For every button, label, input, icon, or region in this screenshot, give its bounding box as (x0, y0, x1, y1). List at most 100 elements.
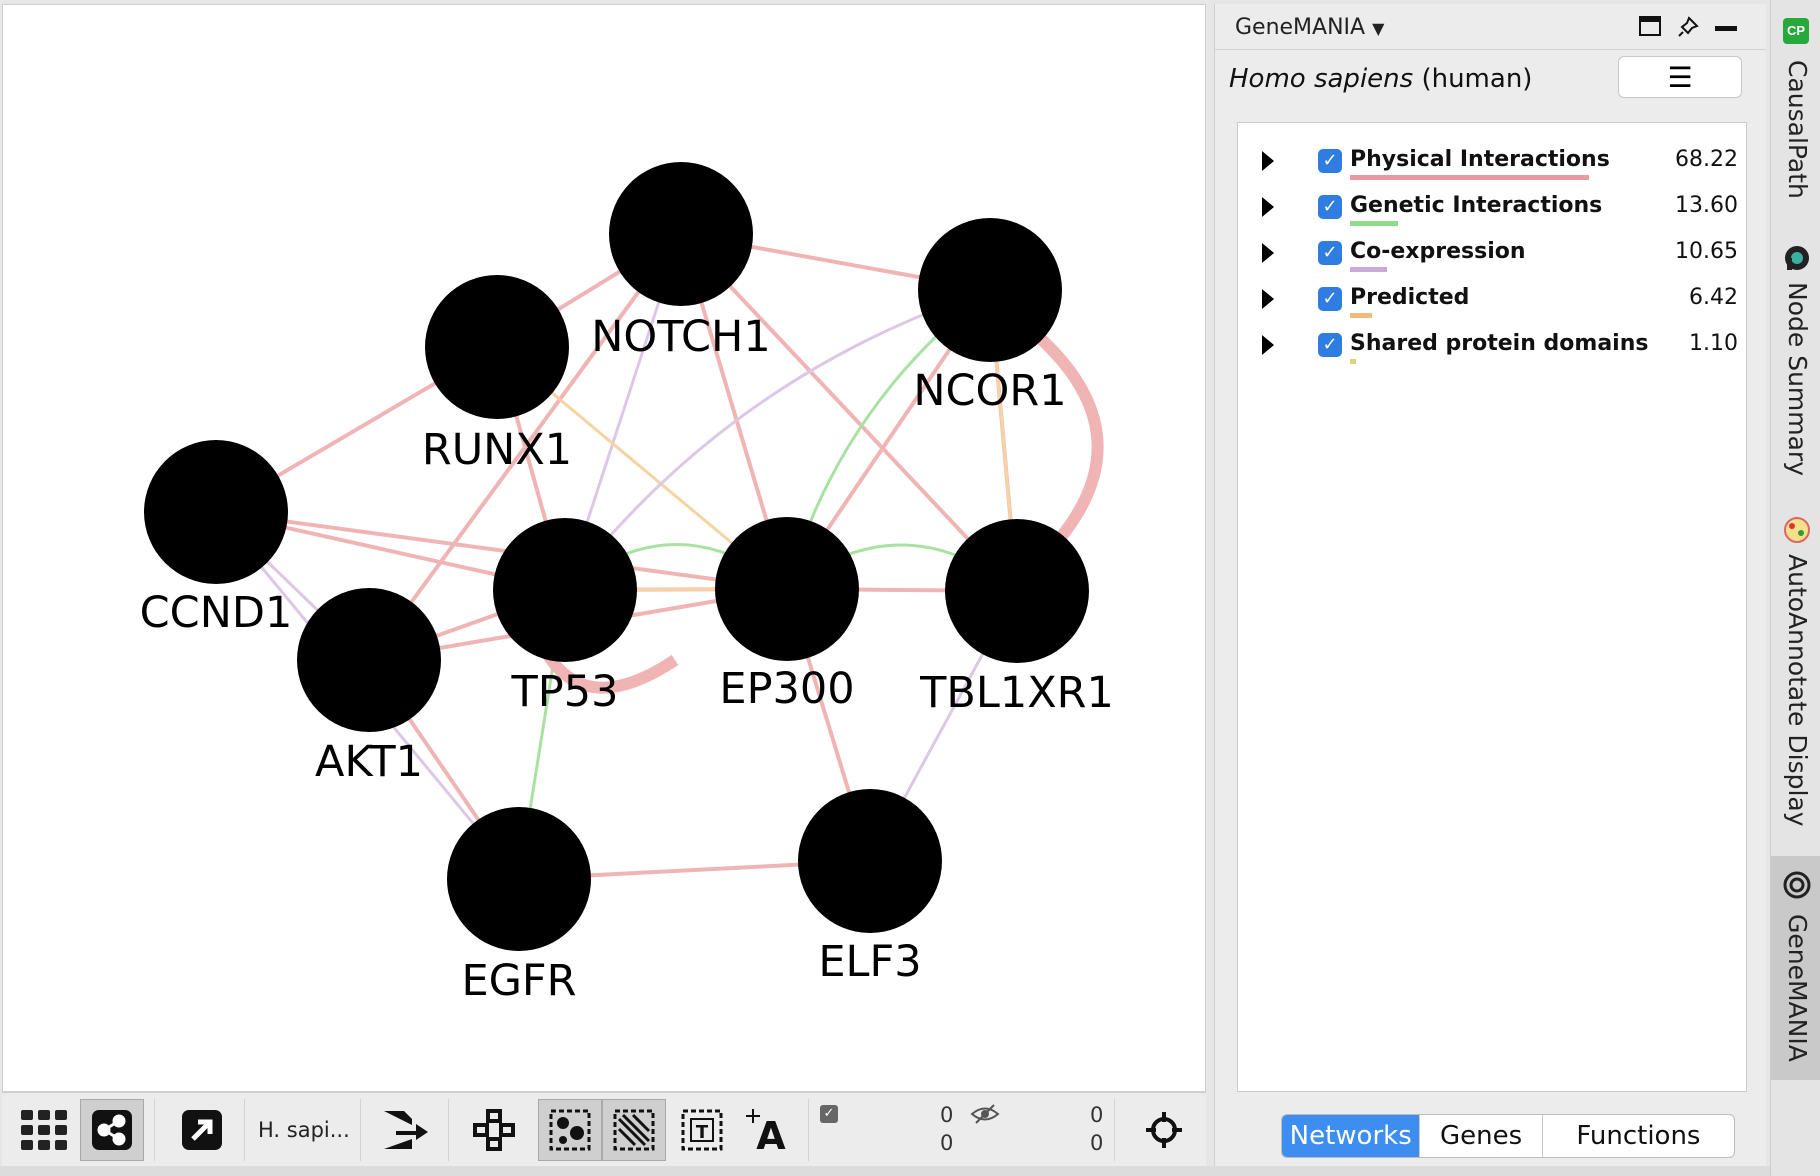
node-circle[interactable] (297, 588, 441, 732)
minimize-icon[interactable] (1715, 24, 1737, 32)
network-label: Shared protein domains (1350, 331, 1649, 356)
side-tab-autoannotate[interactable]: AutoAnnotate Display (1771, 510, 1820, 840)
node-egfr[interactable]: EGFR (447, 807, 591, 1006)
node-tbl1xr1[interactable]: TBL1XR1 (919, 519, 1114, 718)
node-runx1[interactable]: RUNX1 (422, 275, 572, 475)
network-checkbox[interactable]: ✓ (1318, 333, 1342, 357)
expand-triangle-icon[interactable] (1262, 243, 1274, 263)
export-button[interactable] (374, 1099, 438, 1161)
tab-networks[interactable]: Networks (1282, 1115, 1421, 1157)
organism-label: Homo sapiens (human) (1229, 64, 1532, 94)
node-circle[interactable] (493, 518, 637, 662)
selected-nodes-count: 0 (940, 1103, 954, 1127)
node-akt1[interactable]: AKT1 (297, 588, 441, 787)
annotation-text-button[interactable]: A (736, 1099, 800, 1161)
node-circle[interactable] (609, 162, 753, 306)
node-label: TBL1XR1 (919, 668, 1114, 718)
node-ep300[interactable]: EP300 (715, 517, 859, 714)
organism-common: (human) (1413, 64, 1533, 94)
select-edges-icon (613, 1109, 655, 1151)
tab-genes[interactable]: Genes (1420, 1115, 1543, 1157)
node-tp53[interactable]: TP53 (493, 518, 637, 717)
node-elf3[interactable]: ELF3 (798, 789, 942, 987)
expand-triangle-icon[interactable] (1262, 197, 1274, 217)
network-label: Predicted (1350, 285, 1470, 310)
node-circle[interactable] (425, 275, 569, 419)
node-circle[interactable] (715, 517, 859, 661)
node-circle[interactable] (918, 218, 1062, 362)
node-label: RUNX1 (422, 425, 572, 475)
hamburger-icon: ☰ (1667, 61, 1693, 93)
hidden-nodes-count: 0 (1090, 1103, 1104, 1127)
panel-title-dropdown[interactable]: GeneMANIA ▼ (1235, 15, 1384, 40)
hidden-edges-count: 0 (1090, 1131, 1104, 1155)
side-tab-node-summary[interactable]: Node Summary (1771, 238, 1820, 478)
network-row[interactable]: ✓ Co-expression 10.65 (1238, 235, 1746, 275)
side-tab-causalpath[interactable]: CP CausalPath (1771, 10, 1820, 210)
node-circle[interactable] (144, 440, 288, 584)
network-view[interactable]: NOTCH1 NCOR1 RUNX1 CCND1 AKT1 TP53 EP300 TBL1XR… (3, 5, 1207, 1093)
node-ccnd1[interactable]: CCND1 (140, 440, 293, 638)
node-notch1[interactable]: NOTCH1 (591, 162, 771, 362)
network-row[interactable]: ✓ Shared protein domains 1.10 (1238, 327, 1746, 367)
network-row[interactable]: ✓ Physical Interactions 68.22 (1238, 143, 1746, 183)
network-view-button[interactable] (80, 1099, 144, 1161)
expand-triangle-icon[interactable] (1262, 335, 1274, 355)
network-checkbox[interactable]: ✓ (1318, 241, 1342, 265)
network-weight-bar (1350, 267, 1387, 272)
open-external-button[interactable] (172, 1099, 232, 1161)
layout-button[interactable] (462, 1099, 526, 1161)
maximize-icon[interactable] (1639, 16, 1661, 36)
selected-check-icon: ✓ (820, 1105, 838, 1123)
node-circle[interactable] (798, 789, 942, 933)
network-weight-bar (1350, 313, 1372, 318)
expand-triangle-icon[interactable] (1262, 151, 1274, 171)
add-text-icon: A (746, 1109, 786, 1153)
side-panel-tabs: CP CausalPath Node Summary AutoAnnotate … (1770, 0, 1820, 1176)
side-tab-genemania[interactable]: GeneMANIA (1771, 856, 1820, 1080)
panel-header: GeneMANIA ▼ (1215, 4, 1766, 50)
node-label: NOTCH1 (591, 312, 770, 362)
fit-view-button[interactable] (1132, 1099, 1196, 1161)
side-tab-label: AutoAnnotate Display (1783, 554, 1812, 827)
network-checkbox[interactable]: ✓ (1318, 149, 1342, 173)
node-circle[interactable] (447, 807, 591, 951)
hidden-eye-icon (970, 1104, 1000, 1124)
grid-icon (21, 1110, 67, 1150)
network-weight-bar (1350, 221, 1398, 226)
select-nodes-button[interactable] (538, 1099, 602, 1161)
nodes-layer[interactable]: NOTCH1 NCOR1 RUNX1 CCND1 AKT1 TP53 EP300 TBL1XR… (140, 162, 1114, 1006)
node-ncor1[interactable]: NCOR1 (913, 218, 1067, 416)
network-weight-value: 10.65 (1675, 239, 1738, 264)
pin-icon[interactable] (1677, 16, 1699, 38)
select-annotations-button[interactable]: T (670, 1099, 734, 1161)
select-edges-button[interactable] (602, 1099, 666, 1161)
chevron-down-icon: ▼ (1372, 19, 1385, 38)
network-weight-value: 1.10 (1689, 331, 1738, 356)
svg-text:A: A (756, 1114, 786, 1153)
network-weight-bar (1350, 175, 1589, 180)
tab-functions[interactable]: Functions (1543, 1115, 1734, 1157)
network-name: H. sapi... (258, 1118, 350, 1142)
node-summary-icon (1785, 246, 1809, 270)
genemania-icon (1783, 871, 1811, 899)
side-tab-label: Node Summary (1783, 282, 1812, 477)
panel-tabs: Networks Genes Functions (1281, 1114, 1735, 1158)
organism-scientific: Homo sapiens (1229, 64, 1414, 94)
network-row[interactable]: ✓ Predicted 6.42 (1238, 281, 1746, 321)
grid-view-button[interactable] (12, 1099, 76, 1161)
svg-text:T: T (696, 1122, 709, 1143)
node-label: NCOR1 (913, 366, 1066, 416)
network-row[interactable]: ✓ Genetic Interactions 13.60 (1238, 189, 1746, 229)
expand-triangle-icon[interactable] (1262, 289, 1274, 309)
autoannotate-icon (1784, 517, 1810, 543)
node-circle[interactable] (945, 519, 1089, 663)
menu-button[interactable]: ☰ (1618, 56, 1742, 98)
crosshair-icon (1146, 1112, 1182, 1148)
network-canvas[interactable]: NOTCH1 NCOR1 RUNX1 CCND1 AKT1 TP53 EP300 TBL1XR… (2, 4, 1206, 1092)
network-label: Genetic Interactions (1350, 193, 1603, 218)
network-checkbox[interactable]: ✓ (1318, 287, 1342, 311)
node-label: ELF3 (818, 937, 921, 987)
side-tab-label: GeneMANIA (1783, 914, 1812, 1062)
network-checkbox[interactable]: ✓ (1318, 195, 1342, 219)
